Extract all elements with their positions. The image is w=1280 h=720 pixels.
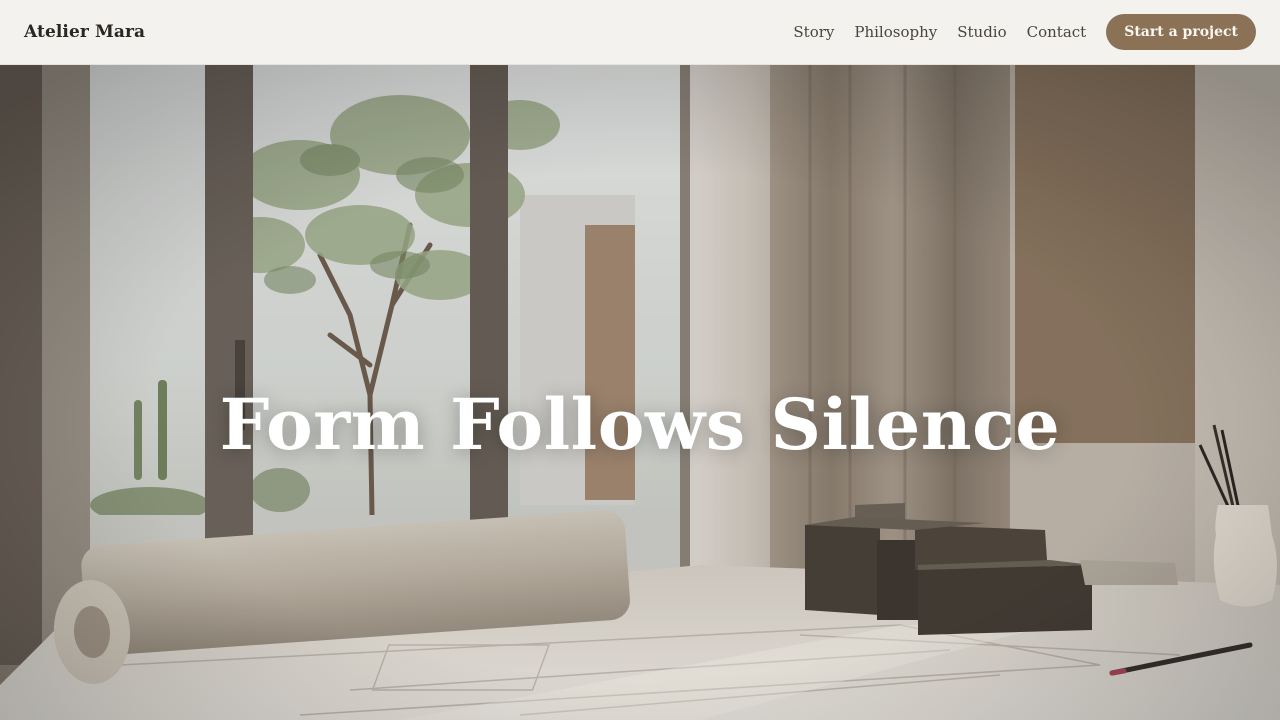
nav-link-contact[interactable]: Contact bbox=[1027, 23, 1087, 41]
nav-link-philosophy[interactable]: Philosophy bbox=[854, 23, 937, 41]
nav-link-studio[interactable]: Studio bbox=[957, 23, 1006, 41]
primary-nav: Story Philosophy Studio Contact Start a … bbox=[793, 14, 1256, 50]
nav-link-story[interactable]: Story bbox=[793, 23, 834, 41]
top-navbar: Atelier Mara Story Philosophy Studio Con… bbox=[0, 0, 1280, 65]
start-project-button[interactable]: Start a project bbox=[1106, 14, 1256, 50]
hero-section: Form Follows Silence bbox=[0, 65, 1280, 720]
hero-title: Form Follows Silence bbox=[219, 383, 1061, 466]
brand-logo[interactable]: Atelier Mara bbox=[24, 22, 145, 42]
